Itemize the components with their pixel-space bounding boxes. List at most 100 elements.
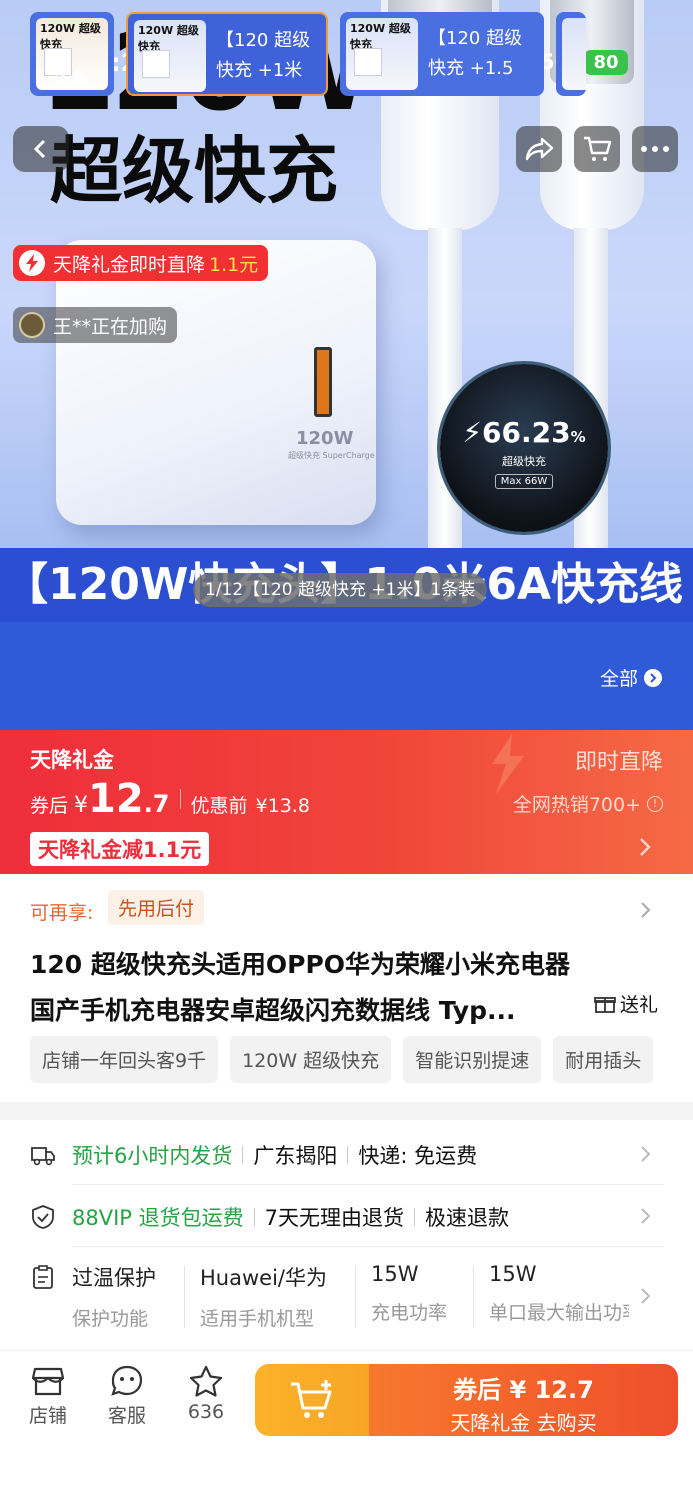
chevron-right-icon[interactable] bbox=[635, 1286, 655, 1306]
buy-now-button[interactable]: 券后 ¥ 12.7 天降礼金 去购买 bbox=[369, 1364, 678, 1436]
also-enjoy-label: 可再享: bbox=[30, 902, 94, 924]
spec-key: 单口最大输出功率 bbox=[489, 1302, 629, 1324]
gift-drop-amount: 1.1元 bbox=[209, 253, 259, 276]
feature-chip[interactable]: 120W 超级快充 bbox=[230, 1036, 392, 1083]
lightning-icon: ⚡ bbox=[462, 416, 483, 449]
after-coupon-label: 券后 bbox=[30, 795, 69, 817]
product-title-line1: 120 超级快充头适用OPPO华为荣耀小米充电器 bbox=[30, 950, 571, 979]
charging-bubble: ⚡66.23% 超级快充 Max 66W bbox=[440, 364, 608, 532]
currency-symbol: ¥ bbox=[74, 793, 89, 818]
image-counter: 1/12【120 超级快充 +1米】1条装 bbox=[193, 573, 488, 607]
sku-thumb-2[interactable]: 120W 超级快充 【120 超级快充 +1.5 bbox=[340, 12, 544, 96]
feature-chip[interactable]: 店铺一年回头客9千 bbox=[30, 1036, 219, 1083]
charger-image: 120W 超级快充 SuperCharge bbox=[56, 240, 376, 525]
buy-label: 天降礼金 去购买 bbox=[450, 1411, 597, 1435]
spec-key: 适用手机机型 bbox=[200, 1308, 315, 1330]
chevron-left-icon bbox=[33, 139, 46, 159]
star-icon bbox=[189, 1365, 223, 1397]
pay-later-tag[interactable]: 先用后付 bbox=[108, 890, 205, 925]
customer-service-button[interactable]: 客服 bbox=[97, 1365, 157, 1428]
gallery-thumb[interactable]: 120W 超级快充 图集 bbox=[30, 12, 114, 96]
returns-row[interactable]: 88VIP 退货包运费 7天无理由退货 极速退款 bbox=[30, 1202, 664, 1232]
buy-price: 券后 ¥ 12.7 bbox=[453, 1376, 594, 1404]
product-title-line2: 国产手机充电器安卓超级闪充数据线 Typ... bbox=[30, 996, 516, 1025]
cable-line bbox=[428, 228, 462, 548]
shop-label: 店铺 bbox=[28, 1405, 67, 1427]
ship-time: 预计6小时内发货 bbox=[72, 1144, 233, 1168]
chevron-right-icon[interactable] bbox=[635, 900, 655, 920]
charger-mark-small: 超级快充 SuperCharge bbox=[288, 451, 375, 460]
price-integer: 12 bbox=[88, 776, 144, 822]
bubble-max: Max 66W bbox=[494, 474, 554, 489]
store-icon bbox=[31, 1367, 65, 1396]
spec-item[interactable]: Huawei/华为 适用手机机型 bbox=[200, 1262, 327, 1331]
chevron-right-icon bbox=[641, 1208, 651, 1224]
charger-mark: 120W bbox=[296, 428, 354, 449]
buy-button-group: 券后 ¥ 12.7 天降礼金 去购买 bbox=[255, 1364, 678, 1436]
seven-day-return: 7天无理由退货 bbox=[264, 1206, 404, 1230]
product-info-card: 可再享: 先用后付 120 超级快充头适用OPPO华为荣耀小米充电器 国产手机充… bbox=[0, 874, 693, 1102]
bubble-label: 超级快充 bbox=[502, 455, 546, 468]
back-button[interactable] bbox=[13, 126, 69, 172]
gift-button[interactable]: 送礼 bbox=[594, 990, 658, 1017]
gift-label: 送礼 bbox=[620, 994, 659, 1016]
add-to-cart-button[interactable] bbox=[255, 1364, 369, 1436]
gift-drop-badge[interactable]: 天降礼金即时直降 1.1元 bbox=[13, 245, 269, 281]
bottom-action-bar: 店铺 客服 636 券后 ¥ 12.7 天降礼金 去购买 bbox=[0, 1350, 693, 1505]
spec-key: 充电功率 bbox=[371, 1302, 448, 1324]
favorite-count: 636 bbox=[187, 1401, 225, 1423]
instant-drop-label: 即时直降 bbox=[574, 750, 663, 775]
service-label: 客服 bbox=[107, 1405, 146, 1427]
shield-check-icon bbox=[32, 1205, 54, 1229]
truck-icon bbox=[31, 1147, 55, 1166]
spec-item[interactable]: 15W 充电功率 bbox=[371, 1262, 447, 1325]
info-icon[interactable]: ! bbox=[647, 795, 663, 812]
gift-label: 天降礼金 bbox=[30, 748, 114, 772]
shop-button[interactable]: 店铺 bbox=[18, 1365, 78, 1428]
gallery-label: 图集 bbox=[54, 68, 90, 89]
hero-subtitle: 超级快充 bbox=[50, 129, 339, 213]
express-fee: 快递: 免运费 bbox=[358, 1144, 478, 1168]
favorite-button[interactable]: 636 bbox=[176, 1365, 236, 1423]
gift-drop-text: 天降礼金即时直降 bbox=[53, 253, 206, 276]
spec-item[interactable]: 15W 单口最大输出功率 bbox=[489, 1262, 629, 1325]
charge-percent: 66.23 bbox=[482, 416, 571, 449]
chevron-right-icon bbox=[641, 1146, 651, 1162]
gift-discount-tag: 天降礼金减1.1元 bbox=[30, 832, 210, 866]
feature-chip[interactable]: 智能识别提速 bbox=[403, 1036, 542, 1083]
vip-return: 88VIP 退货包运费 bbox=[72, 1206, 244, 1230]
spec-value: 过温保护 bbox=[72, 1266, 156, 1290]
all-skus-button[interactable]: 全部 bbox=[600, 664, 663, 691]
chevron-right-icon bbox=[640, 838, 651, 856]
price-panel[interactable]: 天降礼金 即时直降 券后 ¥ 12 .7 优惠前 ¥13.8 全网热销700+!… bbox=[0, 730, 693, 874]
buyer-activity-text: 王**正在加购 bbox=[53, 315, 168, 338]
sku-thumb-1[interactable]: 120W 超级快充 【120 超级快充 +1米 bbox=[126, 12, 328, 96]
clipboard-icon bbox=[33, 1265, 53, 1289]
feature-chip[interactable]: 耐用插头 bbox=[553, 1036, 654, 1083]
share-button[interactable] bbox=[516, 126, 562, 172]
lightning-icon bbox=[19, 250, 45, 276]
product-title: 120 超级快充头适用OPPO华为荣耀小米充电器 国产手机充电器安卓超级闪充数据… bbox=[30, 942, 590, 1034]
battery-indicator: 80 bbox=[584, 50, 628, 75]
fast-refund: 极速退款 bbox=[425, 1206, 509, 1230]
shipping-row[interactable]: 预计6小时内发货 广东揭阳 快递: 免运费 bbox=[30, 1140, 664, 1170]
usb-port bbox=[314, 347, 332, 417]
spec-value: 15W bbox=[489, 1262, 537, 1286]
spec-key: 保护功能 bbox=[72, 1308, 149, 1330]
ship-from: 广东揭阳 bbox=[253, 1144, 338, 1168]
cart-plus-icon bbox=[291, 1380, 332, 1418]
spec-value: Huawei/华为 bbox=[200, 1266, 327, 1290]
buyer-activity-badge: 王**正在加购 bbox=[13, 307, 178, 343]
spec-item[interactable]: 过温保护 保护功能 bbox=[72, 1262, 156, 1331]
chat-face-icon bbox=[111, 1365, 143, 1396]
lightning-decoration-icon bbox=[492, 734, 524, 794]
charge-percent-unit: % bbox=[570, 428, 586, 446]
cart-icon bbox=[584, 136, 612, 161]
all-skus-label: 全部 bbox=[600, 668, 639, 690]
sku-thumb-3[interactable] bbox=[556, 12, 586, 96]
feature-chips: 店铺一年回头客9千 120W 超级快充 智能识别提速 耐用插头 bbox=[30, 1036, 693, 1083]
more-button[interactable] bbox=[632, 126, 678, 172]
chevron-right-icon bbox=[644, 668, 663, 687]
share-icon bbox=[525, 137, 554, 161]
cart-button[interactable] bbox=[574, 126, 620, 172]
